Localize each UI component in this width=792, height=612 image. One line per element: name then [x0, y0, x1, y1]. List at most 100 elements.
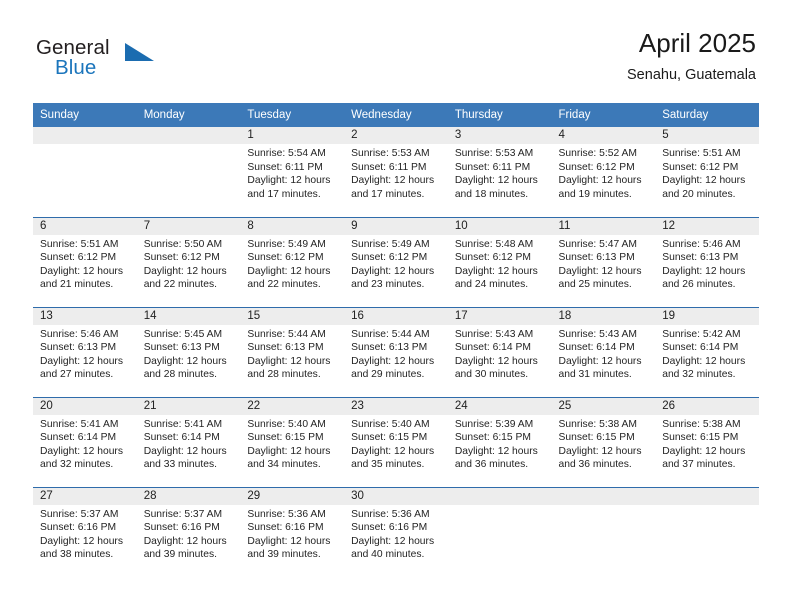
calendar-day-cell[interactable]: 4 Sunrise: 5:52 AM Sunset: 6:12 PM Daylight… [551, 127, 656, 217]
weekday-header-saturday: Saturday [655, 103, 759, 127]
day-details: Sunrise: 5:39 AM Sunset: 6:15 PM Daylight:… [448, 415, 552, 472]
day-number [551, 487, 656, 505]
sunset-text: Sunset: 6:15 PM [558, 432, 635, 444]
calendar-day-cell[interactable]: 28 Sunrise: 5:37 AM Sunset: 6:16 PM Dayligh… [136, 486, 241, 578]
day-cell-inner: 12 Sunrise: 5:46 AM Sunset: 6:13 PM Dayligh… [655, 217, 759, 307]
day-number: 20 [33, 397, 137, 415]
calendar-day-cell[interactable]: 20 Sunrise: 5:41 AM Sunset: 6:14 PM Dayligh… [33, 396, 137, 487]
sunrise-text: Sunrise: 5:49 AM [351, 238, 430, 250]
day-details: Sunrise: 5:36 AM Sunset: 6:16 PM Daylight:… [240, 505, 344, 562]
day-cell-inner: 17 Sunrise: 5:43 AM Sunset: 6:14 PM Dayligh… [447, 307, 552, 397]
daylight-text-line2: and 24 minutes. [454, 279, 529, 291]
weekday-header-monday: Monday [136, 103, 241, 127]
daylight-text-line1: Daylight: 12 hours [143, 445, 227, 457]
sunrise-text: Sunrise: 5:51 AM [40, 238, 119, 250]
daylight-text-line1: Daylight: 12 hours [558, 265, 642, 277]
day-number: 26 [655, 397, 759, 415]
calendar-day-cell[interactable]: 19 Sunrise: 5:42 AM Sunset: 6:14 PM Dayligh… [655, 306, 759, 397]
daylight-text-line2: and 33 minutes. [143, 459, 217, 471]
sunrise-text: Sunrise: 5:42 AM [662, 328, 741, 340]
calendar-day-cell[interactable]: 24 Sunrise: 5:39 AM Sunset: 6:15 PM Dayligh… [447, 396, 552, 487]
day-cell-inner [655, 487, 759, 578]
day-number: 5 [655, 127, 759, 144]
sunset-text: Sunset: 6:16 PM [351, 522, 428, 534]
calendar-day-cell[interactable]: 21 Sunrise: 5:41 AM Sunset: 6:14 PM Dayligh… [136, 396, 241, 487]
sunrise-text: Sunrise: 5:48 AM [454, 238, 534, 250]
day-details: Sunrise: 5:52 AM Sunset: 6:12 PM Daylight:… [552, 144, 656, 201]
day-cell-inner: 10 Sunrise: 5:48 AM Sunset: 6:12 PM Dayligh… [447, 217, 552, 307]
day-details: Sunrise: 5:54 AM Sunset: 6:11 PM Daylight:… [240, 144, 344, 201]
day-number: 17 [447, 307, 552, 325]
calendar-day-cell[interactable]: 6 Sunrise: 5:51 AM Sunset: 6:12 PM Daylight… [33, 216, 137, 307]
daylight-text-line2: and 36 minutes. [558, 459, 632, 471]
sunrise-text: Sunrise: 5:36 AM [247, 508, 326, 520]
calendar-day-cell[interactable]: 22 Sunrise: 5:40 AM Sunset: 6:15 PM Dayligh… [240, 396, 345, 487]
daylight-text-line1: Daylight: 12 hours [454, 445, 538, 457]
day-cell-inner: 8 Sunrise: 5:49 AM Sunset: 6:12 PM Daylight… [240, 217, 345, 307]
day-details: Sunrise: 5:41 AM Sunset: 6:14 PM Daylight:… [137, 415, 241, 472]
day-number [447, 487, 552, 505]
calendar-day-cell[interactable]: 29 Sunrise: 5:36 AM Sunset: 6:16 PM Dayligh… [240, 486, 345, 577]
day-cell-inner [136, 127, 241, 217]
sunrise-text: Sunrise: 5:38 AM [662, 418, 741, 430]
weekday-header-sunday: Sunday [33, 103, 137, 127]
calendar-day-cell[interactable]: 14 Sunrise: 5:45 AM Sunset: 6:13 PM Dayligh… [136, 306, 241, 397]
sunrise-text: Sunrise: 5:37 AM [40, 508, 119, 520]
calendar-day-cell[interactable]: 15 Sunrise: 5:44 AM Sunset: 6:13 PM Dayligh… [240, 306, 345, 397]
sunset-text: Sunset: 6:11 PM [351, 161, 427, 173]
calendar-day-cell[interactable]: 8 Sunrise: 5:49 AM Sunset: 6:12 PM Daylight… [240, 216, 345, 307]
calendar-day-cell[interactable]: 7 Sunrise: 5:50 AM Sunset: 6:12 PM Daylight… [136, 216, 241, 307]
calendar-day-cell[interactable]: 25 Sunrise: 5:38 AM Sunset: 6:15 PM Dayligh… [551, 396, 656, 487]
calendar-day-cell[interactable]: 11 Sunrise: 5:47 AM Sunset: 6:13 PM Dayligh… [551, 216, 656, 307]
day-details: Sunrise: 5:36 AM Sunset: 6:16 PM Daylight:… [344, 505, 448, 562]
calendar-day-cell[interactable]: 5 Sunrise: 5:51 AM Sunset: 6:12 PM Daylight… [655, 127, 759, 217]
calendar-day-cell[interactable]: 30 Sunrise: 5:36 AM Sunset: 6:16 PM Dayligh… [344, 486, 448, 577]
calendar-day-cell[interactable]: 2 Sunrise: 5:53 AM Sunset: 6:11 PM Daylight… [344, 127, 448, 217]
daylight-text-line1: Daylight: 12 hours [351, 535, 435, 547]
day-details: Sunrise: 5:48 AM Sunset: 6:12 PM Daylight:… [448, 235, 552, 292]
day-number [33, 127, 137, 144]
daylight-text-line1: Daylight: 12 hours [662, 355, 746, 367]
sunset-text: Sunset: 6:13 PM [351, 342, 428, 354]
sunrise-text: Sunrise: 5:38 AM [558, 418, 637, 430]
calendar-day-cell[interactable]: 3 Sunrise: 5:53 AM Sunset: 6:11 PM Daylight… [447, 127, 552, 217]
daylight-text-line1: Daylight: 12 hours [351, 445, 435, 457]
sunset-text: Sunset: 6:14 PM [454, 342, 531, 354]
sunset-text: Sunset: 6:14 PM [558, 342, 635, 354]
day-cell-inner: 18 Sunrise: 5:43 AM Sunset: 6:14 PM Dayligh… [551, 307, 656, 397]
calendar-day-cell[interactable]: 27 Sunrise: 5:37 AM Sunset: 6:16 PM Dayligh… [33, 486, 137, 577]
page-header: General Blue April 2025 Senahu, Guatemal… [0, 0, 792, 103]
day-cell-inner [447, 487, 552, 578]
sunset-text: Sunset: 6:16 PM [40, 522, 117, 534]
day-number: 29 [240, 487, 345, 505]
calendar-week-row: 6 Sunrise: 5:51 AM Sunset: 6:12 PM Daylight… [33, 216, 759, 307]
calendar-day-cell[interactable]: 16 Sunrise: 5:44 AM Sunset: 6:13 PM Dayligh… [344, 306, 448, 397]
daylight-text-line1: Daylight: 12 hours [351, 175, 435, 187]
daylight-text-line1: Daylight: 12 hours [247, 265, 331, 277]
calendar-day-cell[interactable]: 17 Sunrise: 5:43 AM Sunset: 6:14 PM Dayligh… [447, 306, 552, 397]
calendar-day-cell[interactable]: 23 Sunrise: 5:40 AM Sunset: 6:15 PM Dayligh… [344, 396, 448, 487]
calendar-day-cell[interactable]: 9 Sunrise: 5:49 AM Sunset: 6:12 PM Daylight… [344, 216, 448, 307]
daylight-text-line1: Daylight: 12 hours [40, 445, 123, 457]
day-cell-inner: 1 Sunrise: 5:54 AM Sunset: 6:11 PM Daylight… [240, 127, 345, 217]
day-number [655, 487, 759, 505]
calendar-day-cell[interactable]: 10 Sunrise: 5:48 AM Sunset: 6:12 PM Dayligh… [447, 216, 552, 307]
calendar-day-cell[interactable]: 18 Sunrise: 5:43 AM Sunset: 6:14 PM Dayligh… [551, 306, 656, 397]
day-cell-inner: 28 Sunrise: 5:37 AM Sunset: 6:16 PM Dayligh… [136, 487, 241, 578]
general-blue-logo[interactable]: General Blue [36, 36, 166, 86]
calendar-day-cell[interactable]: 12 Sunrise: 5:46 AM Sunset: 6:13 PM Dayligh… [655, 216, 759, 307]
calendar-day-cell[interactable]: 1 Sunrise: 5:54 AM Sunset: 6:11 PM Daylight… [240, 127, 345, 217]
sunset-text: Sunset: 6:12 PM [40, 252, 117, 264]
day-number: 22 [240, 397, 345, 415]
weekday-header-wednesday: Wednesday [344, 103, 448, 127]
day-details [655, 505, 759, 508]
day-details: Sunrise: 5:53 AM Sunset: 6:11 PM Daylight:… [344, 144, 448, 201]
daylight-text-line1: Daylight: 12 hours [351, 265, 435, 277]
weekday-header-friday: Friday [551, 103, 656, 127]
daylight-text-line2: and 39 minutes. [143, 549, 217, 561]
daylight-text-line2: and 35 minutes. [351, 459, 425, 471]
daylight-text-line2: and 32 minutes. [662, 369, 736, 381]
daylight-text-line1: Daylight: 12 hours [143, 535, 227, 547]
calendar-day-cell[interactable]: 26 Sunrise: 5:38 AM Sunset: 6:15 PM Dayligh… [655, 396, 759, 487]
calendar-day-cell[interactable]: 13 Sunrise: 5:46 AM Sunset: 6:13 PM Dayligh… [33, 306, 137, 397]
